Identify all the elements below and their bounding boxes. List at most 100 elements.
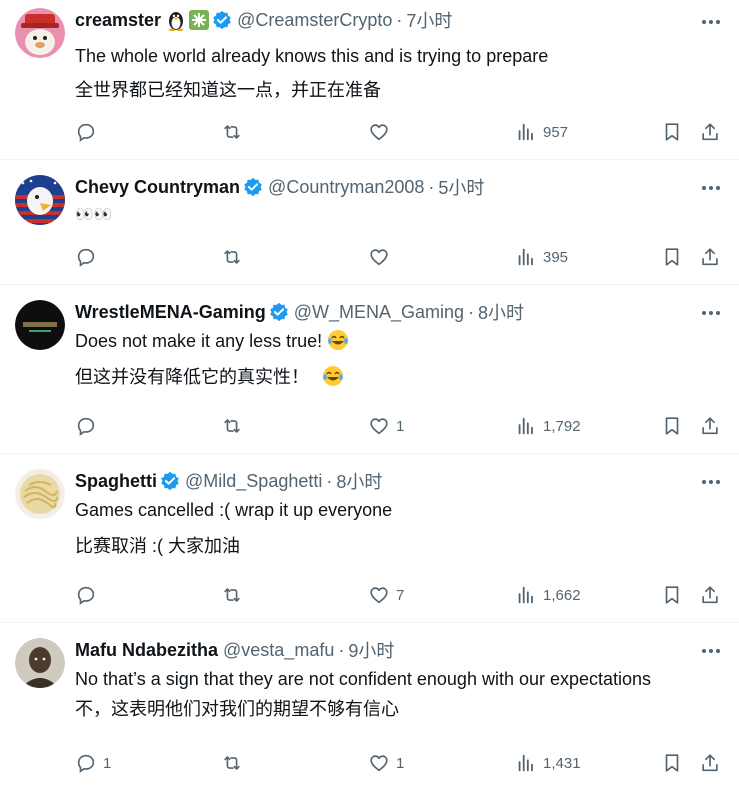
reply-button[interactable] <box>75 412 103 440</box>
views-button[interactable]: 1,431 <box>515 749 581 777</box>
timestamp[interactable]: 8小时 <box>336 468 382 494</box>
share-button[interactable] <box>699 581 721 609</box>
verified-badge-icon[interactable] <box>269 302 289 322</box>
more-options-icon[interactable] <box>699 639 723 663</box>
more-options-icon[interactable] <box>699 176 723 200</box>
views-chart-icon <box>518 417 533 435</box>
author-name[interactable]: creamster <box>75 10 161 31</box>
views-count: 957 <box>543 123 569 141</box>
tweet-text-line: 不，这表明他们对我们的期望不够有信心 <box>75 699 399 719</box>
reply-icon <box>77 417 95 436</box>
like-button[interactable] <box>368 243 396 271</box>
retweet-button[interactable] <box>221 243 249 271</box>
heart-icon <box>370 418 388 435</box>
share-button[interactable] <box>699 118 721 146</box>
retweet-icon <box>224 756 240 770</box>
retweet-button[interactable] <box>221 749 249 777</box>
views-button[interactable]: 395 <box>515 243 568 271</box>
reply-button[interactable]: 1 <box>75 749 111 777</box>
share-button[interactable] <box>699 749 721 777</box>
reply-icon <box>77 754 95 773</box>
timestamp[interactable]: 5小时 <box>438 174 484 200</box>
retweet-button[interactable] <box>221 581 249 609</box>
views-count: 395 <box>543 248 569 266</box>
author-name[interactable]: Chevy Countryman <box>75 177 240 198</box>
author-handle[interactable]: @vesta_mafu <box>223 640 334 661</box>
tweet-header: Chevy Countryman @Countryman2008 · 5小时 <box>75 175 723 199</box>
reply-count: 1 <box>103 754 112 772</box>
tweet-card[interactable]: Mafu Ndabezitha @vesta_mafu · 9小时 No tha… <box>0 623 739 785</box>
like-count: 1 <box>396 754 405 772</box>
views-button[interactable]: 957 <box>515 118 568 146</box>
heart-icon <box>370 249 388 266</box>
retweet-icon <box>224 250 240 264</box>
share-icon <box>702 248 718 266</box>
verified-badge-icon[interactable] <box>243 177 263 197</box>
tweet-card[interactable]: WrestleMENA-Gaming @W_MENA_Gaming · 8小时 … <box>0 285 739 454</box>
avatar[interactable] <box>15 300 65 350</box>
tweet-text-line: 👀👀 <box>75 206 113 223</box>
views-chart-icon <box>518 248 533 266</box>
verified-badge-icon[interactable] <box>212 10 232 30</box>
bookmark-button[interactable] <box>661 243 683 271</box>
tweet-text-line: No that’s a sign that they are not confi… <box>75 669 652 689</box>
avatar[interactable] <box>15 8 65 58</box>
author-handle[interactable]: @W_MENA_Gaming <box>294 302 464 323</box>
retweet-icon <box>224 588 240 602</box>
bookmark-icon <box>665 754 679 772</box>
verified-badge-icon[interactable] <box>160 471 180 491</box>
like-button[interactable]: 1 <box>368 749 404 777</box>
author-name[interactable]: Spaghetti <box>75 471 157 492</box>
bookmark-button[interactable] <box>661 412 683 440</box>
views-chart-icon <box>518 586 533 604</box>
views-chart-icon <box>518 123 533 141</box>
like-button[interactable]: 7 <box>368 581 404 609</box>
author-handle[interactable]: @Countryman2008 <box>268 177 424 198</box>
tears-of-joy-icon <box>328 330 349 350</box>
separator-dot: · <box>338 639 345 660</box>
sparkle-icon <box>189 10 210 30</box>
share-icon <box>702 754 718 772</box>
retweet-button[interactable] <box>221 412 249 440</box>
views-button[interactable]: 1,792 <box>515 412 581 440</box>
bookmark-button[interactable] <box>661 749 683 777</box>
tears-of-joy-icon <box>323 366 344 386</box>
timestamp[interactable]: 8小时 <box>478 299 524 325</box>
author-handle[interactable]: @Mild_Spaghetti <box>185 471 322 492</box>
share-button[interactable] <box>699 412 721 440</box>
tweet-card[interactable]: Spaghetti @Mild_Spaghetti · 8小时 Games ca… <box>0 454 739 623</box>
author-name[interactable]: WrestleMENA-Gaming <box>75 302 266 323</box>
reply-button[interactable] <box>75 581 103 609</box>
action-bar: 1 1 1,431 <box>75 749 723 777</box>
author-handle[interactable]: @CreamsterCrypto <box>237 10 392 31</box>
views-button[interactable]: 1,662 <box>515 581 581 609</box>
separator-dot: · <box>468 301 475 322</box>
more-options-icon[interactable] <box>699 10 723 34</box>
tweet-text-row: Does not make it any less true! <box>75 329 723 353</box>
bookmark-icon <box>665 123 679 141</box>
retweet-button[interactable] <box>221 118 249 146</box>
avatar[interactable] <box>15 469 65 519</box>
bookmark-button[interactable] <box>661 118 683 146</box>
bookmark-button[interactable] <box>661 581 683 609</box>
reply-button[interactable] <box>75 243 103 271</box>
share-icon <box>702 586 718 604</box>
avatar[interactable] <box>15 638 65 688</box>
share-button[interactable] <box>699 243 721 271</box>
author-name[interactable]: Mafu Ndabezitha <box>75 640 218 661</box>
more-options-icon[interactable] <box>699 470 723 494</box>
tweet-card[interactable]: creamster @CreamsterCrypto · 7小时 The who… <box>0 0 739 160</box>
timestamp[interactable]: 7小时 <box>406 7 452 33</box>
tweet-card[interactable]: Chevy Countryman @Countryman2008 · 5小时 👀… <box>0 160 739 285</box>
like-count: 7 <box>396 586 405 604</box>
avatar[interactable] <box>15 175 65 225</box>
like-button[interactable] <box>368 118 396 146</box>
tweet-text-row: 但这并没有降低它的真实性！ <box>75 365 723 389</box>
like-button[interactable]: 1 <box>368 412 404 440</box>
heart-icon <box>370 587 388 604</box>
reply-icon <box>77 123 95 142</box>
reply-button[interactable] <box>75 118 103 146</box>
more-options-icon[interactable] <box>699 301 723 325</box>
action-bar: 395 <box>75 243 723 271</box>
timestamp[interactable]: 9小时 <box>348 637 394 663</box>
